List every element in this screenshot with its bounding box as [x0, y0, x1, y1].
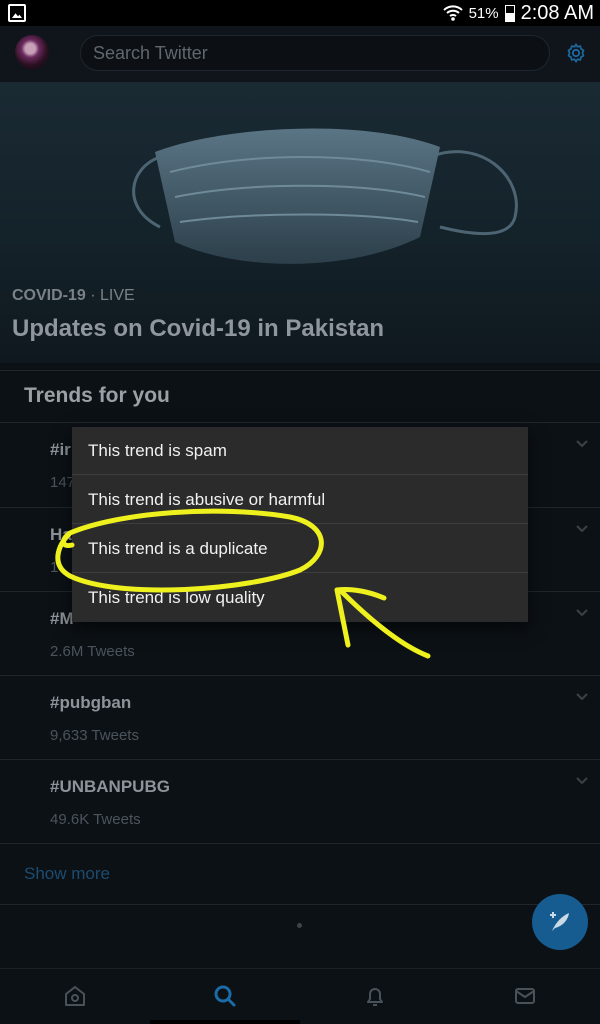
gallery-notification-icon — [8, 4, 26, 22]
status-right: 51% 2:08 AM — [442, 0, 594, 26]
show-more-link[interactable]: Show more — [24, 864, 110, 884]
trend-count: 49.6K Tweets — [50, 811, 141, 828]
top-bar — [0, 26, 600, 82]
chevron-down-icon[interactable] — [575, 439, 589, 449]
trend-name: Ha — [50, 525, 72, 544]
live-label: LIVE — [100, 287, 135, 304]
trends-heading: Trends for you — [24, 384, 170, 407]
trend-count: 9,633 Tweets — [50, 727, 139, 744]
trend-name: #M — [50, 609, 74, 628]
search-input[interactable] — [93, 42, 549, 64]
trend-name: #UNBANPUBG — [50, 777, 170, 796]
battery-icon — [504, 4, 515, 22]
system-gesture-bar — [150, 1020, 300, 1024]
compose-tweet-button[interactable] — [532, 894, 588, 950]
trend-count: 1 — [50, 559, 59, 576]
trend-item[interactable]: #pubgban 9,633 Tweets — [0, 676, 600, 760]
wifi-icon — [442, 5, 463, 21]
chevron-down-icon[interactable] — [575, 692, 589, 702]
trend-count: 2.6M Tweets — [50, 643, 135, 660]
report-trend-menu: This trend is spam This trend is abusive… — [72, 427, 528, 622]
menu-item-spam[interactable]: This trend is spam — [72, 427, 528, 475]
pager-dot — [297, 923, 302, 928]
menu-item-low-quality[interactable]: This trend is low quality — [72, 574, 528, 622]
notifications-icon[interactable] — [363, 984, 387, 1008]
messages-icon[interactable] — [513, 984, 537, 1008]
clock: 2:08 AM — [520, 1, 594, 24]
hero-title: Updates on Covid-19 in Pakistan — [12, 315, 385, 342]
divider — [0, 904, 600, 905]
face-mask-image — [132, 128, 518, 264]
chevron-down-icon[interactable] — [575, 608, 589, 618]
menu-item-duplicate[interactable]: This trend is a duplicate — [72, 525, 528, 573]
divider — [0, 370, 600, 371]
menu-item-abusive[interactable]: This trend is abusive or harmful — [72, 476, 528, 524]
search-box[interactable] — [80, 35, 550, 71]
hero-banner[interactable]: COVID-19 · LIVE Updates on Covid-19 in P… — [0, 82, 600, 363]
divider — [0, 843, 600, 844]
search-icon[interactable] — [213, 984, 237, 1008]
battery-percent: 51% — [468, 4, 499, 22]
home-icon[interactable] — [63, 984, 87, 1008]
profile-avatar[interactable] — [15, 35, 49, 69]
hero-category-name: COVID-19 — [12, 287, 86, 304]
trend-item[interactable]: #UNBANPUBG 49.6K Tweets — [0, 760, 600, 844]
trend-name: #ir — [50, 440, 71, 459]
status-bar: 51% 2:08 AM — [0, 0, 600, 26]
settings-gear-icon[interactable] — [565, 42, 587, 64]
bottom-nav — [0, 968, 600, 1024]
trend-name: #pubgban — [50, 693, 132, 712]
feather-plus-icon — [550, 912, 569, 931]
chevron-down-icon[interactable] — [575, 776, 589, 786]
hero-category: COVID-19 · LIVE — [12, 287, 135, 305]
hero-separator: · — [85, 287, 101, 304]
chevron-down-icon[interactable] — [575, 524, 589, 534]
